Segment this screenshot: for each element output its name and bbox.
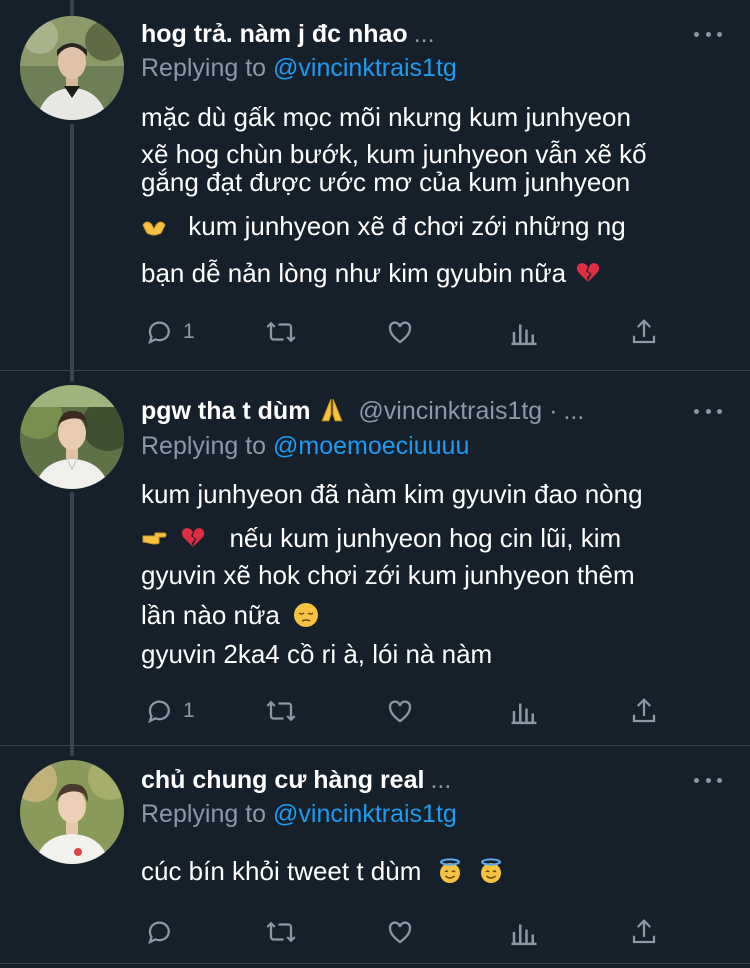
reply-icon	[148, 921, 170, 945]
tweet-divider	[0, 370, 750, 371]
replying-to: Replying to @moemoeciuuuu	[141, 432, 470, 460]
like-icon	[388, 700, 412, 723]
replying-to: Replying to @vincinktrais1tg	[141, 54, 457, 82]
retweet-icon	[266, 321, 296, 343]
retweet-button[interactable]	[264, 314, 298, 350]
tweet-header: chủ chung cư hàng real ...	[141, 762, 670, 798]
reply-count: 1	[183, 699, 195, 722]
broken-heart-emoji	[182, 528, 205, 547]
share-icon	[632, 919, 656, 944]
avatar[interactable]	[20, 16, 124, 120]
broken-heart-emoji	[577, 263, 600, 282]
display-name[interactable]: hog trả. nàm j đc nhao	[141, 20, 408, 49]
tweet-text-row: lần nào nữa	[141, 597, 319, 633]
pray-emoji	[321, 398, 343, 422]
analytics-icon	[511, 924, 537, 946]
retweet-icon	[266, 700, 296, 722]
like-button[interactable]	[385, 314, 415, 350]
reply-button[interactable]: 1	[145, 693, 195, 729]
analytics-icon	[511, 324, 537, 346]
tweet-header: hog trả. nàm j đc nhao ...	[141, 16, 670, 52]
replying-to: Replying to @vincinktrais1tg	[141, 800, 457, 828]
tweet-text-line: gyuvin xẽ hok chơi zới kum junhyeon thêm	[141, 560, 635, 590]
reply-icon	[148, 700, 170, 724]
more-options-icon[interactable]	[694, 770, 722, 790]
more-options-icon[interactable]	[694, 24, 722, 44]
mention-link[interactable]: @moemoeciuuuu	[273, 432, 469, 460]
tweet-header: pgw tha t dùm @vincinktrais1tg · ...	[141, 393, 670, 429]
analytics-button[interactable]	[509, 314, 539, 350]
like-icon	[388, 921, 412, 944]
analytics-icon	[511, 703, 537, 725]
truncation-ellipsis: ...	[430, 765, 452, 794]
share-button[interactable]	[629, 693, 659, 729]
smiling-halo-emoji	[480, 858, 501, 883]
like-icon	[388, 321, 412, 344]
retweet-button[interactable]	[264, 693, 298, 729]
action-bar	[141, 914, 681, 950]
point-right-emoji	[142, 532, 167, 545]
hands-emoji	[142, 221, 166, 236]
more-options-icon[interactable]	[694, 401, 722, 421]
tweet-divider	[0, 963, 750, 964]
retweet-button[interactable]	[264, 914, 298, 950]
tweet-divider	[0, 745, 750, 746]
reply-button[interactable]	[145, 914, 175, 950]
display-name[interactable]: pgw tha t dùm	[141, 397, 310, 426]
truncation-ellipsis: ...	[413, 19, 435, 48]
pensive-emoji	[294, 603, 319, 627]
retweet-icon	[266, 921, 296, 943]
tweet-text-line: gyuvin 2ka4 cồ ri à, lói nà nàm	[141, 639, 493, 669]
thread-line-2	[70, 492, 74, 756]
mention-link[interactable]: @vincinktrais1tg	[273, 800, 457, 828]
tweet-text-row: bạn dễ nản lòng như kim gyubin nữa	[141, 255, 601, 291]
action-bar: 1	[141, 314, 681, 350]
share-button[interactable]	[629, 314, 659, 350]
avatar[interactable]	[20, 385, 124, 489]
analytics-button[interactable]	[509, 914, 539, 950]
share-icon	[632, 319, 656, 344]
mention-link[interactable]: @vincinktrais1tg	[273, 54, 457, 82]
tweet-text-row: kum junhyeon xẽ đ chơi zới những ng	[141, 208, 626, 244]
tweet-text-row: cúc bín khỏi tweet t dùm	[141, 853, 504, 889]
thread-line-top	[70, 0, 74, 16]
display-name[interactable]: chủ chung cư hàng real	[141, 766, 424, 795]
action-bar: 1	[141, 693, 681, 729]
tweet-text-line: kum junhyeon đã nàm kim gyuvin đao nòng	[141, 479, 643, 509]
share-button[interactable]	[629, 914, 659, 950]
tweet-text-line: mặc dù gấk mọc mõi nkưng kum junhyeon	[141, 102, 631, 132]
smiling-halo-emoji	[439, 858, 460, 883]
share-icon	[632, 698, 656, 723]
like-button[interactable]	[385, 693, 415, 729]
reply-button[interactable]: 1	[145, 314, 195, 350]
tweet-text-line: gắng đạt được ước mơ của kum junhyeon	[141, 167, 631, 197]
avatar[interactable]	[20, 760, 124, 864]
reply-count: 1	[183, 320, 195, 343]
tweet-text-row: nếu kum junhyeon hog cin lũi, kim	[141, 520, 621, 556]
like-button[interactable]	[385, 914, 415, 950]
reply-icon	[148, 321, 170, 345]
thread-line-1	[70, 124, 74, 382]
truncation-ellipsis: ...	[563, 396, 585, 425]
user-handle[interactable]: @vincinktrais1tg ·	[358, 397, 557, 426]
analytics-button[interactable]	[509, 693, 539, 729]
